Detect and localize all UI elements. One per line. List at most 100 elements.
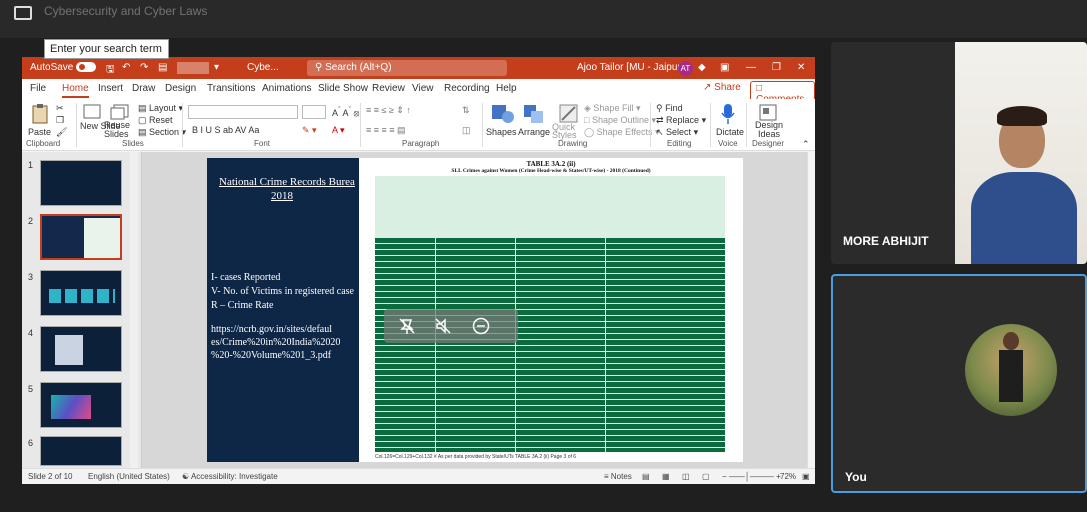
shapes-icon[interactable] [490, 103, 516, 125]
alignment-icons[interactable]: ≡ ≡ ≡ ≡ ▤ [366, 125, 406, 136]
thumb-number: 3 [28, 272, 34, 282]
font-format-buttons[interactable]: B I U S ab AV Aa [192, 125, 259, 135]
highlight-icon[interactable]: ✎ ▾ [302, 125, 317, 136]
tab-recording[interactable]: Recording [444, 83, 490, 94]
language-indicator[interactable]: English (United States) [88, 472, 170, 481]
zoom-slider[interactable]: − ——│——— + [722, 472, 781, 481]
paste-icon[interactable] [30, 103, 50, 125]
diamond-icon[interactable]: ◆ [698, 62, 706, 73]
participant-tile-1[interactable]: MORE ABHIJIT [831, 42, 1087, 264]
copy-icon[interactable]: ❐ [56, 115, 64, 126]
microphone-icon[interactable] [720, 103, 736, 125]
fit-slide-icon[interactable]: ▣ [802, 472, 810, 481]
minimize-icon[interactable]: — [746, 62, 756, 73]
status-bar: Slide 2 of 10 English (United States) ☯ … [22, 468, 815, 484]
thumbnails-scrollbar[interactable] [130, 152, 138, 468]
thumbnail-slide-4[interactable] [40, 326, 122, 372]
pin-off-icon[interactable] [398, 317, 416, 335]
share-window-icon[interactable] [14, 6, 32, 20]
tab-design[interactable]: Design [165, 83, 196, 94]
quick-access-box[interactable] [177, 62, 209, 74]
file-name[interactable]: Cybe... [247, 62, 279, 73]
reuse-slides-button[interactable]: Reuse Slides [104, 121, 134, 139]
paste-button[interactable]: Paste [28, 127, 51, 137]
font-size-select[interactable] [302, 105, 326, 119]
text-direction-icon[interactable]: ⇅ [462, 105, 470, 116]
reading-view-icon[interactable]: ◫ [682, 472, 690, 481]
dictate-button[interactable]: Dictate [716, 127, 744, 137]
cut-icon[interactable]: ✂ [56, 103, 64, 114]
shapes-button[interactable]: Shapes [486, 127, 517, 137]
tab-animations[interactable]: Animations [262, 83, 311, 94]
tab-transitions[interactable]: Transitions [207, 83, 256, 94]
bullets-icon[interactable]: ≡ ≡ ≤ ≥ ⇕ ↑ [366, 105, 411, 116]
tab-draw[interactable]: Draw [132, 83, 155, 94]
participant-tile-2[interactable]: You [831, 274, 1087, 493]
canvas-scrollbar[interactable] [807, 152, 815, 468]
find-button[interactable]: ⚲ Find [656, 103, 683, 114]
replace-button[interactable]: ⇄ Replace ▾ [656, 115, 706, 126]
thumbnail-slide-6[interactable] [40, 436, 122, 466]
arrange-icon[interactable] [522, 103, 546, 125]
new-slide-icon[interactable] [82, 103, 102, 121]
slide-sorter-icon[interactable]: ▦ [662, 472, 670, 481]
tab-file[interactable]: File [30, 83, 46, 94]
autosave-label: AutoSave [30, 62, 74, 73]
tab-insert[interactable]: Insert [98, 83, 123, 94]
quick-styles-button[interactable]: Quick Styles [552, 123, 582, 140]
present-icon[interactable]: ▤ [158, 62, 167, 73]
shape-outline-button[interactable]: □ Shape Outline ▾ [584, 115, 656, 126]
thumb-number: 4 [28, 328, 34, 338]
slide-title-line1: National Crime Records Burea [219, 176, 355, 188]
font-family-select[interactable] [188, 105, 298, 119]
slide-thumbnails: 1 2 3 4 5 6 [22, 152, 142, 468]
restore-icon[interactable]: ❐ [772, 62, 781, 73]
thumbnail-slide-2[interactable] [40, 214, 122, 260]
user-avatar[interactable]: AT [678, 61, 693, 76]
reuse-slides-icon[interactable] [110, 103, 130, 121]
tab-slide-show[interactable]: Slide Show [318, 83, 368, 94]
share-button[interactable]: ↗ Share [698, 81, 746, 94]
font-grow-icon[interactable]: Aˆ Aˇ ⦻ [332, 105, 359, 119]
columns-icon[interactable]: ◫ [462, 125, 471, 136]
thumbnail-slide-5[interactable] [40, 382, 122, 428]
design-ideas-button[interactable]: Design Ideas [754, 121, 784, 139]
notes-button[interactable]: ≡ Notes [604, 472, 632, 481]
thumbnail-slide-3[interactable] [40, 270, 122, 316]
select-button[interactable]: ↖ Select ▾ [656, 127, 698, 138]
save-icon[interactable]: 🖫 [106, 62, 115, 79]
close-icon[interactable]: ✕ [797, 62, 805, 73]
thumb-number: 2 [28, 216, 34, 226]
section-button[interactable]: ▤ Section ▾ [138, 127, 186, 138]
redo-icon[interactable]: ↷ [140, 62, 148, 73]
customize-icon[interactable]: ▾ [214, 62, 219, 73]
shape-fill-button[interactable]: ◈ Shape Fill ▾ [584, 103, 640, 114]
ribbon-display-icon[interactable]: ▣ [720, 62, 729, 73]
participant-avatar-2 [965, 324, 1057, 416]
normal-view-icon[interactable]: ▤ [642, 472, 650, 481]
mute-audio-icon[interactable] [434, 317, 452, 335]
tab-home[interactable]: Home [62, 83, 89, 98]
tab-review[interactable]: Review [372, 83, 405, 94]
minimize-share-icon[interactable] [472, 317, 490, 335]
format-painter-icon[interactable]: 🖌 [56, 127, 67, 138]
group-designer: Designer [752, 139, 785, 148]
collapse-ribbon-icon[interactable]: ⌃ [802, 139, 810, 150]
undo-icon[interactable]: ↶ [122, 62, 130, 73]
zoom-level[interactable]: 72% [780, 472, 796, 481]
source-url-line2: es/Crime%20in%20India%2020 [211, 337, 341, 348]
thumbnail-slide-1[interactable] [40, 160, 122, 206]
slideshow-view-icon[interactable]: ▢ [702, 472, 710, 481]
reset-button[interactable]: ▢ Reset [138, 115, 173, 126]
legend-cases: I- cases Reported [211, 272, 281, 283]
tab-help[interactable]: Help [496, 83, 517, 94]
screen-share-controls [384, 309, 518, 343]
shape-effects-button[interactable]: ◯ Shape Effects ▾ [584, 127, 659, 138]
layout-button[interactable]: ▤ Layout ▾ [138, 103, 183, 114]
search-box[interactable]: ⚲ Search (Alt+Q) [307, 60, 507, 76]
accessibility-status[interactable]: ☯ Accessibility: Investigate [182, 472, 278, 481]
autosave-toggle[interactable] [76, 62, 96, 73]
arrange-button[interactable]: Arrange [518, 127, 550, 137]
font-color-icon[interactable]: A ▾ [332, 125, 345, 136]
tab-view[interactable]: View [412, 83, 434, 94]
